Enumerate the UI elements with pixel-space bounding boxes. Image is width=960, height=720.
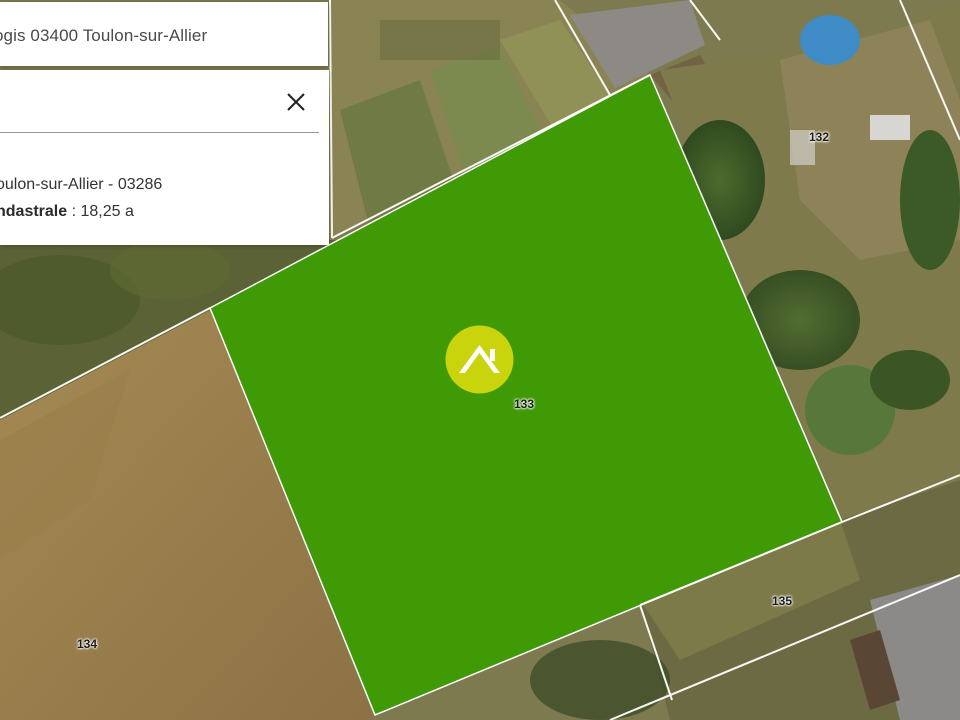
home-marker-icon[interactable] [445, 325, 514, 394]
panel-divider [0, 132, 319, 133]
address-search-box[interactable]: ogis 03400 Toulon-sur-Allier [0, 2, 328, 66]
parcel-label-135: 135 [771, 594, 793, 608]
area-line: ndastrale : 18,25 a [0, 203, 134, 221]
area-value: 18,25 a [80, 203, 134, 220]
parcel-label-134: 134 [76, 637, 98, 651]
parcel-label-133: 133 [513, 397, 535, 411]
area-separator: : [67, 203, 81, 220]
commune-line: oulon-sur-Allier - 03286 [0, 176, 163, 193]
address-text: ogis 03400 Toulon-sur-Allier [0, 26, 208, 45]
area-label: ndastrale [0, 203, 68, 220]
parcel-info-panel: oulon-sur-Allier - 03286 ndastrale : 18,… [0, 70, 329, 245]
parcel-label-132: 132 [808, 130, 830, 144]
close-icon[interactable] [284, 90, 308, 114]
